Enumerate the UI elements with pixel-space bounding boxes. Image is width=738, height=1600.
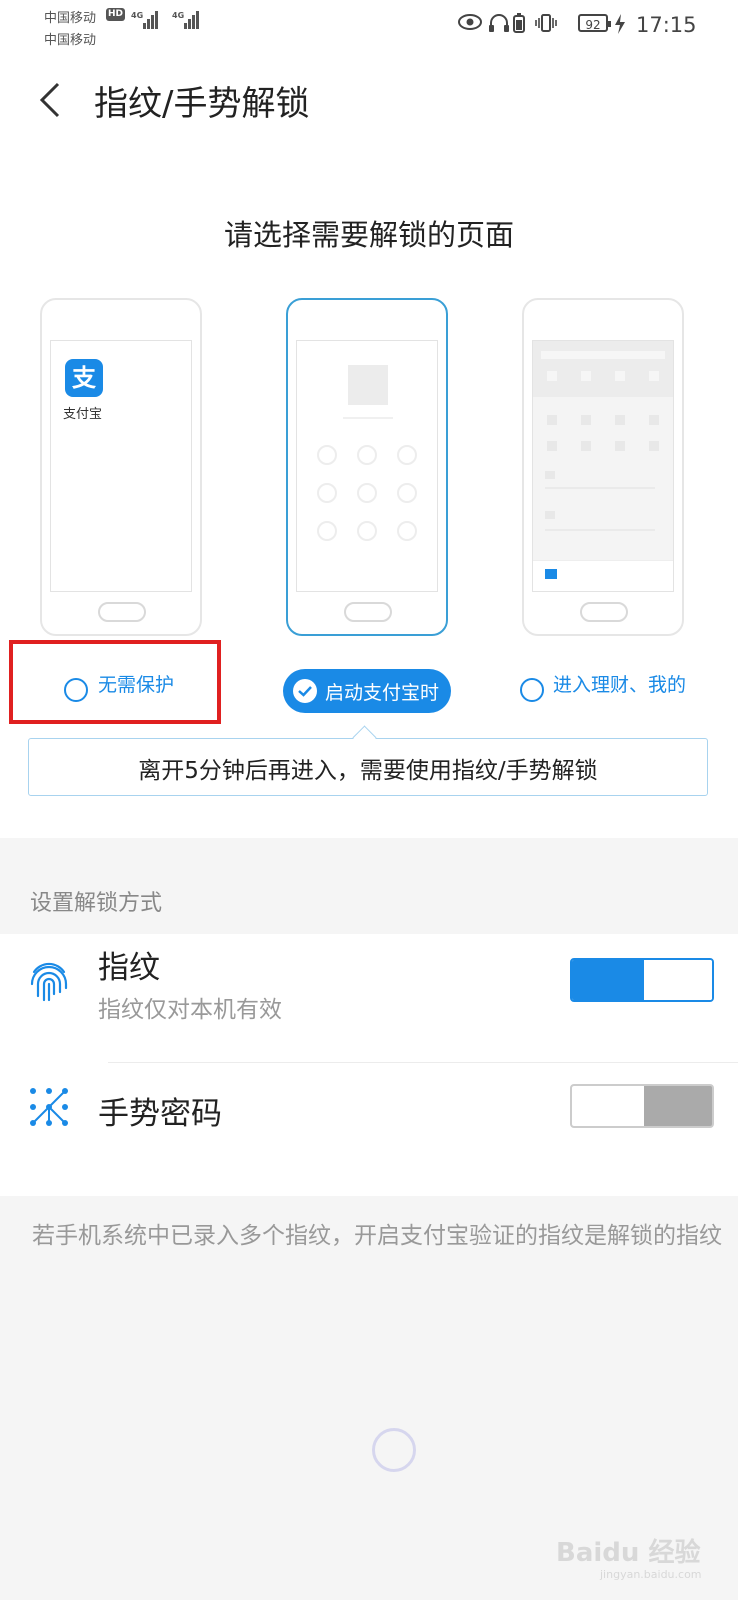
row-divider (108, 1062, 738, 1063)
highlight-box (9, 640, 221, 724)
screen-header-placeholder (533, 341, 673, 397)
signal-2-icon (184, 10, 200, 29)
tip-text: 离开5分钟后再进入，需要使用指纹/手势解锁 (138, 758, 598, 784)
phone-screen: 支 支付宝 (50, 340, 192, 592)
phone-preview-no-protection[interactable]: 支 支付宝 (40, 298, 202, 636)
eye-icon (458, 14, 482, 30)
gesture-dot (397, 483, 417, 503)
footer-note: 若手机系统中已录入多个指纹，开启支付宝验证的指纹是解锁的指纹 (32, 1223, 722, 1249)
fingerprint-subtitle: 指纹仅对本机有效 (98, 997, 282, 1023)
headphones-icon (489, 14, 509, 32)
gesture-dot (357, 445, 377, 465)
fingerprint-toggle[interactable] (570, 958, 714, 1002)
picker-heading: 请选择需要解锁的页面 (223, 218, 514, 252)
carrier-1: 中国移动 (44, 11, 97, 26)
section-title: 设置解锁方式 (30, 891, 163, 916)
grid-placeholder (615, 415, 625, 425)
gesture-title: 手势密码 (98, 1096, 222, 1132)
phone-preview-on-launch[interactable] (286, 298, 448, 636)
toggle-fill (572, 960, 644, 1000)
gesture-dot (357, 521, 377, 541)
list-placeholder (545, 511, 555, 519)
battery-level: 92 (578, 14, 611, 32)
grid-placeholder (615, 371, 625, 381)
list-placeholder (545, 471, 555, 479)
gesture-dot (317, 521, 337, 541)
avatar-placeholder (348, 365, 388, 405)
tabbar-active-placeholder (545, 569, 557, 579)
list-placeholder (545, 487, 655, 489)
list-placeholder (545, 529, 655, 531)
grid-placeholder (547, 441, 557, 451)
page-title: 指纹/手势解锁 (94, 84, 310, 124)
gesture-toggle[interactable] (570, 1084, 714, 1128)
option-on-launch-selected[interactable]: 启动支付宝时 (283, 669, 451, 713)
watermark-url: jingyan.baidu.com (600, 1568, 702, 1581)
name-placeholder (343, 417, 393, 419)
grid-placeholder (547, 371, 557, 381)
phone-screen (532, 340, 674, 592)
status-bar: 中国移动 中国移动 HD 4G 4G 92 17:15 (0, 0, 738, 50)
charging-icon (615, 14, 625, 34)
network-type-2: 4G (172, 11, 185, 20)
grid-placeholder (649, 441, 659, 451)
loading-spinner (372, 1428, 416, 1472)
fingerprint-icon (30, 962, 68, 1002)
gesture-dot (317, 445, 337, 465)
grid-placeholder (615, 441, 625, 451)
option-finance-mine-label[interactable]: 进入理财、我的 (553, 670, 686, 697)
home-button-shape (344, 602, 392, 622)
vibrate-icon (535, 14, 557, 32)
grid-placeholder (547, 415, 557, 425)
toggle-knob (572, 1086, 644, 1126)
alipay-app-icon: 支 (65, 359, 103, 397)
signal-1-icon (143, 10, 159, 29)
gesture-dot (357, 483, 377, 503)
gesture-dot (397, 445, 417, 465)
fingerprint-title: 指纹 (98, 950, 160, 986)
network-type-1: 4G (131, 11, 144, 20)
grid-placeholder (581, 371, 591, 381)
toggle-knob (644, 960, 712, 1000)
search-placeholder (541, 351, 665, 359)
battery-small-icon (513, 13, 525, 33)
home-button-shape (98, 602, 146, 622)
grid-placeholder (649, 371, 659, 381)
watermark: Baidu 经验 (556, 1538, 701, 1568)
gesture-pattern-icon (30, 1088, 68, 1126)
radio-finance-mine[interactable] (520, 678, 544, 702)
hd-badge: HD (106, 8, 126, 21)
back-arrow-icon[interactable] (34, 80, 74, 120)
tip-box: 离开5分钟后再进入，需要使用指纹/手势解锁 (28, 738, 708, 796)
alipay-app-label: 支付宝 (63, 407, 103, 422)
gesture-dot (397, 521, 417, 541)
phone-screen (296, 340, 438, 592)
clock: 17:15 (636, 13, 697, 37)
grid-placeholder (649, 415, 659, 425)
unlock-method-list: 指纹 指纹仅对本机有效 手势密码 (0, 934, 738, 1196)
checkmark-icon (293, 679, 317, 703)
grid-placeholder (581, 415, 591, 425)
gesture-dot (317, 483, 337, 503)
option-on-launch-label: 启动支付宝时 (325, 682, 440, 704)
phone-preview-finance-mine[interactable] (522, 298, 684, 636)
home-button-shape (580, 602, 628, 622)
grid-placeholder (581, 441, 591, 451)
carrier-2: 中国移动 (44, 33, 97, 48)
